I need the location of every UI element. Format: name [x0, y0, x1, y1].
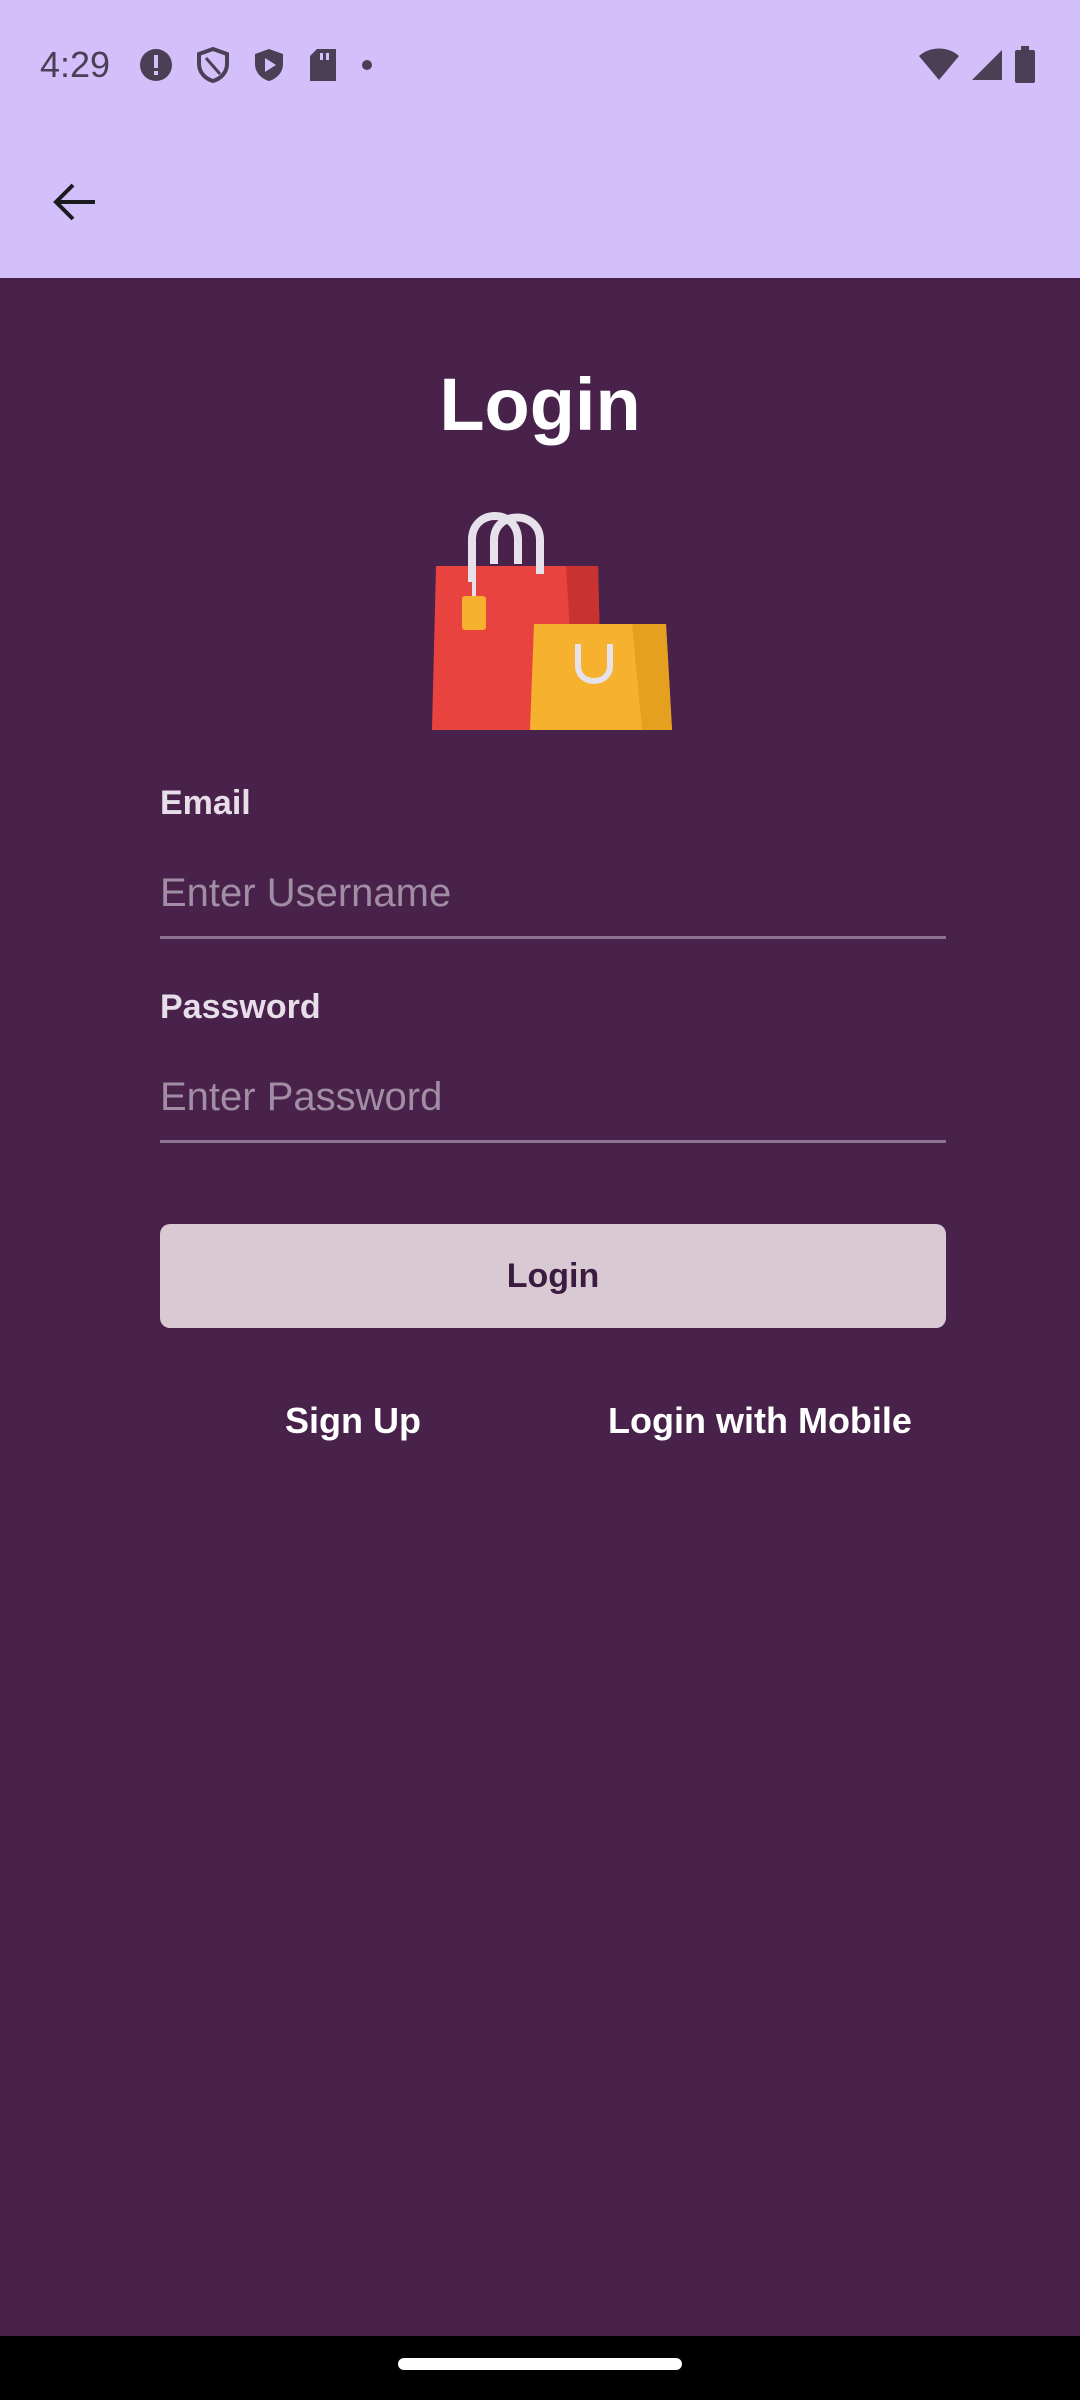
- alert-icon: [138, 47, 174, 88]
- sd-card-icon: [308, 47, 338, 88]
- status-icons-right: [918, 46, 1036, 89]
- page-title: Login: [439, 363, 641, 446]
- password-field[interactable]: [160, 1054, 946, 1143]
- password-label: Password: [160, 988, 321, 1026]
- home-gesture-handle[interactable]: [398, 2358, 682, 2370]
- status-time: 4:29: [40, 44, 111, 85]
- battery-icon: [1014, 46, 1036, 89]
- shopping-bags-icon: [428, 500, 676, 736]
- login-button[interactable]: Login: [160, 1224, 946, 1328]
- dot-icon: [360, 58, 374, 77]
- email-field[interactable]: [160, 850, 946, 939]
- signal-icon: [970, 48, 1004, 87]
- arrow-back-icon: [51, 182, 97, 227]
- top-app-bar: 4:29: [0, 0, 1080, 278]
- email-label: Email: [160, 784, 251, 822]
- wifi-icon: [918, 48, 960, 87]
- back-button[interactable]: [40, 170, 108, 238]
- shield-play-icon: [252, 46, 286, 89]
- sign-up-button[interactable]: Sign Up: [285, 1400, 421, 1442]
- login-with-mobile-button[interactable]: Login with Mobile: [608, 1400, 912, 1442]
- status-icons-left: [138, 46, 374, 89]
- shield-outline-icon: [196, 46, 230, 89]
